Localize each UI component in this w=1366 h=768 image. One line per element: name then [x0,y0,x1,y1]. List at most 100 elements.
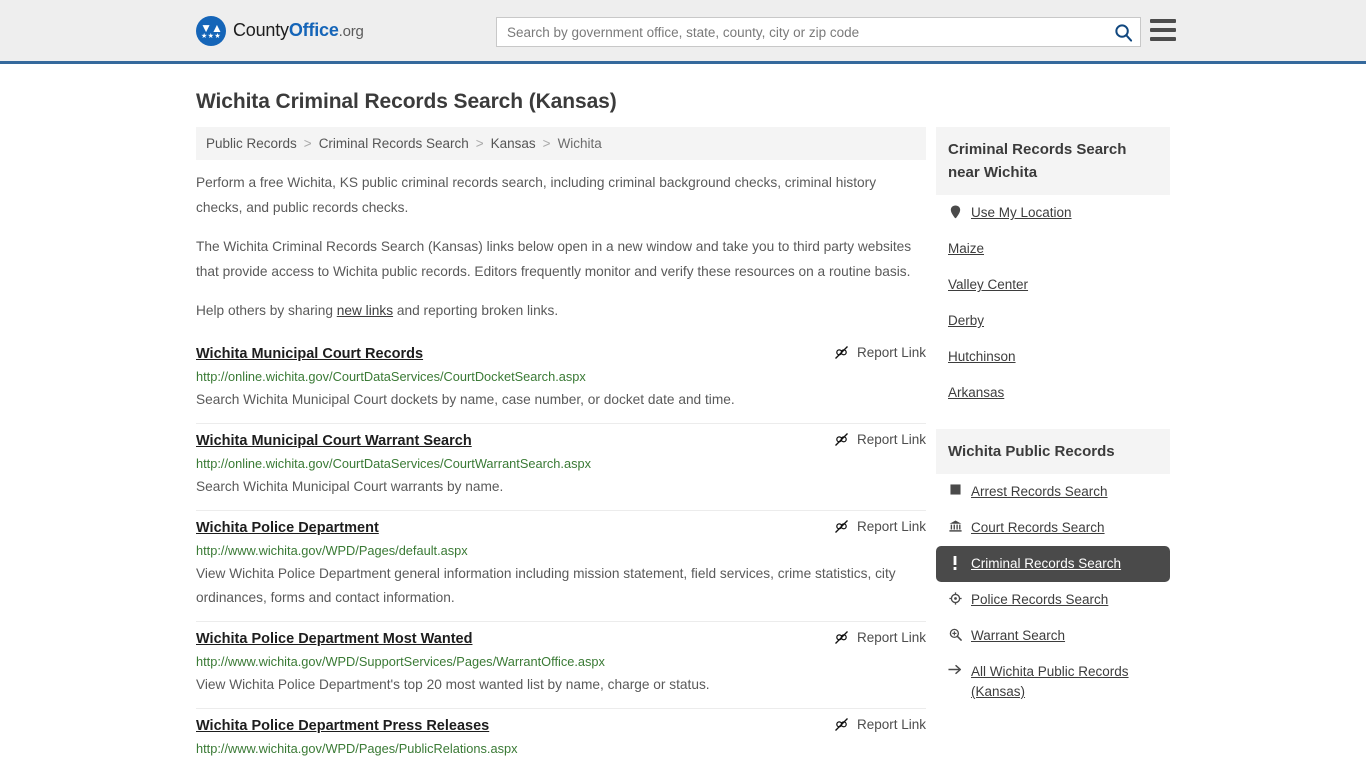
resource-description: Search Wichita Municipal Court warrants … [196,479,504,494]
fingerprint-square-icon [948,484,962,495]
sidebar-item-use-my-location[interactable]: Use My Location [936,195,1170,231]
page-container: Wichita Criminal Records Search (Kansas)… [0,90,1366,768]
sidebar-list-near: Use My Location Maize Valley Center Derb… [936,195,1170,411]
brand-part-office: Office [288,20,339,40]
map-pin-icon [948,205,962,219]
resource-url[interactable]: http://www.wichita.gov/WPD/SupportServic… [196,651,926,672]
site-header: ▼▲ ★★★ CountyOffice.org [0,0,1366,64]
list-item: Wichita Police Department Report Link ht… [196,511,926,622]
intro-text: Perform a free Wichita, KS public crimin… [196,170,926,323]
intro-paragraph-1: Perform a free Wichita, KS public crimin… [196,175,877,215]
sidebar-item-arrest-records-search[interactable]: Arrest Records Search [936,474,1170,510]
sidebar-item-label: Arrest Records Search [971,484,1108,499]
list-item: Wichita Municipal Court Warrant Search R… [196,424,926,511]
breadcrumb-item-wichita: Wichita [557,136,602,151]
intro-paragraph-3: Help others by sharing new links and rep… [196,298,926,323]
resource-url[interactable]: http://www.wichita.gov/WPD/Pages/PublicR… [196,738,926,759]
breadcrumb-item-kansas[interactable]: Kansas [491,136,536,151]
sidebar-item-label: Court Records Search [971,520,1105,535]
broken-link-icon [834,346,848,359]
new-links-link[interactable]: new links [337,303,393,318]
main-content: Public Records > Criminal Records Search… [196,127,926,768]
report-link-button[interactable]: Report Link [834,343,926,360]
report-link-label: Report Link [856,717,926,732]
report-link-label: Report Link [856,519,926,534]
sidebar-item-court-records-search[interactable]: Court Records Search [936,510,1170,546]
intro-paragraph-2: The Wichita Criminal Records Search (Kan… [196,239,912,279]
resource-description: View Wichita Police Department's top 20 … [196,677,710,692]
site-logo[interactable]: ▼▲ ★★★ CountyOffice.org [196,15,364,46]
report-link-button[interactable]: Report Link [834,715,926,732]
breadcrumb-item-criminal-records-search[interactable]: Criminal Records Search [319,136,469,151]
hamburger-menu-icon[interactable] [1150,19,1176,41]
search-input[interactable] [497,24,1106,40]
search-icon [1114,23,1132,42]
report-link-label: Report Link [856,630,926,645]
report-link-label: Report Link [856,345,926,360]
broken-link-icon [834,631,848,644]
resource-title-link[interactable]: Wichita Police Department [196,517,379,539]
sidebar-item-police-records-search[interactable]: Police Records Search [936,582,1170,618]
sidebar-item-all-wichita-public-records[interactable]: All Wichita Public Records (Kansas) [936,654,1170,710]
sidebar-item-label: Warrant Search [971,628,1066,643]
resource-title-link[interactable]: Wichita Municipal Court Records [196,343,423,365]
sidebar-item-derby[interactable]: Derby [936,303,1170,339]
sidebar-item-label: Police Records Search [971,592,1109,607]
sidebar-item-hutchinson[interactable]: Hutchinson [936,339,1170,375]
brand-part-county: County [233,20,289,40]
report-link-button[interactable]: Report Link [834,430,926,447]
breadcrumb-separator: > [542,136,551,151]
magnifier-plus-icon [948,628,962,641]
sidebar-heading-near: Criminal Records Search near Wichita [936,127,1170,195]
breadcrumb: Public Records > Criminal Records Search… [196,127,926,160]
page-title: Wichita Criminal Records Search (Kansas) [196,90,617,113]
sidebar-item-label: All Wichita Public Records (Kansas) [971,664,1129,699]
sidebar-item-warrant-search[interactable]: Warrant Search [936,618,1170,654]
brand-wordmark: CountyOffice.org [233,20,364,41]
resource-description: Search Wichita Municipal Court dockets b… [196,392,735,407]
sidebar-item-arkansas[interactable]: Arkansas [936,375,1170,411]
sidebar: Criminal Records Search near Wichita Use… [936,127,1170,728]
list-item: Wichita Police Department Most Wanted Re… [196,622,926,709]
sidebar-item-label: Hutchinson [948,349,1016,364]
sidebar-item-label: Valley Center [948,277,1029,292]
breadcrumb-separator: > [303,136,312,151]
intro-p3-after: and reporting broken links. [393,303,559,318]
broken-link-icon [834,520,848,533]
list-item: Wichita Municipal Court Records Report L… [196,337,926,424]
intro-p3-before: Help others by sharing [196,303,337,318]
sidebar-item-valley-center[interactable]: Valley Center [936,267,1170,303]
search-button[interactable] [1106,18,1140,46]
resource-link-list: Wichita Municipal Court Records Report L… [196,337,926,768]
exclamation-icon [948,556,962,570]
brand-part-org: .org [338,23,364,40]
report-link-label: Report Link [856,432,926,447]
courthouse-icon [948,520,962,532]
sidebar-item-label: Use My Location [971,205,1072,220]
sidebar-item-maize[interactable]: Maize [936,231,1170,267]
sidebar-item-label: Maize [948,241,985,256]
sidebar-item-label: Criminal Records Search [971,556,1122,571]
broken-link-icon [834,433,848,446]
arrow-right-icon [948,664,962,675]
sidebar-list-public-records: Arrest Records Search Court Records Sear… [936,474,1170,710]
sidebar-heading-public-records: Wichita Public Records [936,429,1170,474]
search-bar [496,17,1141,47]
resource-title-link[interactable]: Wichita Police Department Press Releases [196,715,489,737]
report-link-button[interactable]: Report Link [834,628,926,645]
sidebar-item-label: Derby [948,313,985,328]
resource-title-link[interactable]: Wichita Municipal Court Warrant Search [196,430,472,452]
list-item: Wichita Police Department Press Releases… [196,709,926,768]
resource-url[interactable]: http://online.wichita.gov/CourtDataServi… [196,366,926,387]
resource-url[interactable]: http://www.wichita.gov/WPD/Pages/default… [196,540,926,561]
breadcrumb-separator: > [475,136,484,151]
broken-link-icon [834,718,848,731]
eagle-seal-icon: ▼▲ ★★★ [196,15,226,46]
resource-url[interactable]: http://online.wichita.gov/CourtDataServi… [196,453,926,474]
sidebar-item-label: Arkansas [948,385,1005,400]
sidebar-item-criminal-records-search[interactable]: Criminal Records Search [936,546,1170,582]
police-badge-icon [948,592,962,605]
resource-title-link[interactable]: Wichita Police Department Most Wanted [196,628,472,650]
breadcrumb-item-public-records[interactable]: Public Records [206,136,297,151]
report-link-button[interactable]: Report Link [834,517,926,534]
